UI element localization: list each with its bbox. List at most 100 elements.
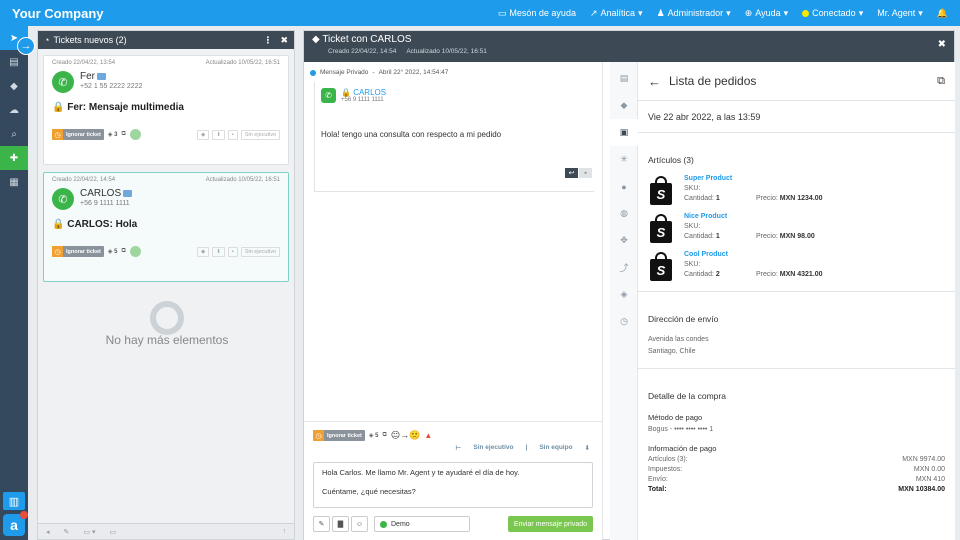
- nav-label: Conectado: [812, 8, 856, 18]
- download-icon[interactable]: ⬇: [212, 246, 225, 257]
- app-logo-icon[interactable]: a: [3, 511, 28, 536]
- message-label: Mensaje Privado - Abril 22° 2022, 14:54:…: [310, 69, 448, 76]
- close-icon[interactable]: ✖: [938, 39, 946, 50]
- attach-icon[interactable]: ✎: [313, 516, 330, 532]
- label-icon[interactable]: ◈: [610, 281, 638, 308]
- prev-icon[interactable]: ◂: [46, 528, 50, 536]
- nav-status[interactable]: Conectado ▾: [802, 8, 863, 19]
- orders-panel: ← Lista de pedidos ⧉ Vie 22 abr 2022, a …: [638, 62, 955, 540]
- price-value: MXN 4321.00: [779, 271, 823, 278]
- product-name[interactable]: Nice Product: [684, 213, 945, 220]
- network-icon[interactable]: ✳: [610, 146, 638, 173]
- payment-info-label: Información de pago: [648, 444, 717, 453]
- nav-administrador[interactable]: ♟ Administrador ▾: [657, 8, 731, 19]
- ignore-label: Ignorar ticket: [66, 131, 101, 138]
- tag-icon[interactable]: ◆: [197, 246, 210, 257]
- book-icon[interactable]: ▇: [332, 516, 349, 532]
- whatsapp-icon: ✆: [52, 188, 74, 210]
- contact-card-icon[interactable]: ▤: [610, 65, 638, 92]
- qty-value: 1: [715, 195, 720, 202]
- download-icon[interactable]: ⬇: [212, 129, 225, 140]
- ignore-ticket-button[interactable]: ◷ Ignorar ticket: [52, 129, 104, 140]
- puzzle-icon[interactable]: ✥: [610, 227, 638, 254]
- download-icon[interactable]: ⬇: [585, 444, 590, 452]
- whatsapp-icon: ◔: [44, 35, 50, 45]
- ignore-ticket-button[interactable]: ◷ Ignorar ticket: [313, 430, 365, 441]
- close-icon[interactable]: ✖: [280, 35, 288, 46]
- contact-card-icon[interactable]: [97, 72, 106, 80]
- nav-label: Mr. Agent: [877, 8, 916, 18]
- panel-divider: [602, 62, 603, 540]
- nav-ayuda[interactable]: ⊕ Ayuda ▾: [745, 8, 788, 19]
- reply-icon[interactable]: ↩: [565, 168, 578, 178]
- scroll-top-icon[interactable]: ↑: [283, 528, 287, 535]
- nav-label: Mesón de ayuda: [509, 8, 576, 18]
- cloud-icon[interactable]: ☁: [0, 98, 28, 122]
- user-icon: ♟: [656, 7, 665, 18]
- emoji-icon[interactable]: ☺: [351, 516, 368, 532]
- payment-row: Impuestos: MXN 0.00: [648, 466, 945, 473]
- nav-meson-ayuda[interactable]: ▭ Mesón de ayuda: [498, 8, 576, 19]
- apps-grid-icon[interactable]: ▥: [3, 492, 25, 510]
- chat-icon[interactable]: ●: [610, 173, 638, 200]
- filter-icon[interactable]: ⊢: [455, 444, 461, 452]
- back-arrow-icon[interactable]: ←: [648, 74, 661, 89]
- payment-row-label: Impuestos:: [648, 466, 683, 473]
- copy-icon[interactable]: ⧉: [382, 432, 386, 439]
- whatsapp-channel-icon: [129, 246, 141, 257]
- send-private-button[interactable]: Enviar mensaje privado: [507, 516, 593, 532]
- external-link-icon[interactable]: ⧉: [937, 75, 945, 88]
- no-executive-label: Sin ejecutivo: [244, 131, 276, 138]
- nav-analitica[interactable]: ↗ Analítica ▾: [590, 8, 643, 19]
- share-icon[interactable]: ⤴: [610, 254, 638, 281]
- copy-icon[interactable]: ⧉: [121, 131, 125, 138]
- ticket-card-selected[interactable]: Creado 22/04/22, 14:54 Actualizado 10/05/…: [43, 172, 289, 282]
- clock-icon[interactable]: ◷: [610, 308, 638, 335]
- tag-count: ◈ 5: [107, 249, 118, 255]
- payment-total-row: Total: MXN 10384.00: [648, 486, 945, 493]
- message-input[interactable]: Hola Carlos. Me llamo Mr. Agent y te ayu…: [313, 462, 593, 508]
- channel-select[interactable]: Demo: [374, 516, 470, 532]
- payment-row: Artículos (3): MXN 9974.00: [648, 456, 945, 463]
- message-type: Mensaje Privado: [320, 69, 369, 76]
- calendar-icon[interactable]: ▭ ▾: [83, 528, 95, 536]
- contact-card-icon[interactable]: [123, 189, 133, 197]
- tickets-footer: ◂ ✎ ▭ ▾ ▭ ↑: [38, 523, 294, 539]
- contact-name: Fer: [80, 71, 95, 82]
- tag-icon[interactable]: ◆: [610, 92, 638, 119]
- assign-team-select[interactable]: Sin equipo: [539, 444, 572, 452]
- add-icon[interactable]: ✚: [0, 146, 28, 170]
- message-text: Hola! tengo una consulta con respecto a …: [321, 130, 502, 139]
- document-icon[interactable]: ▦: [0, 170, 28, 194]
- bell-icon[interactable]: 🔔: [937, 8, 948, 19]
- ignore-ticket-button[interactable]: ◷ Ignorar ticket: [52, 246, 104, 257]
- comment-icon[interactable]: ▪: [227, 129, 238, 140]
- product-name[interactable]: Super Product: [684, 175, 945, 182]
- notification-dot-icon: [20, 511, 28, 519]
- address-line-1: Avenida las condes: [648, 336, 709, 343]
- comment-icon[interactable]: ▪: [227, 246, 238, 257]
- screen-icon[interactable]: ▭: [109, 528, 116, 536]
- product-name[interactable]: Cool Product: [684, 251, 945, 258]
- copy-icon[interactable]: ⧉: [121, 248, 125, 255]
- conversations-icon[interactable]: ◍: [610, 200, 638, 227]
- tickets-panel-title: ◔ Tickets nuevos (2): [44, 35, 263, 45]
- menu-dots-icon[interactable]: ⋮: [263, 35, 272, 46]
- assign-executive-button[interactable]: Sin ejecutivo: [240, 129, 280, 140]
- search-icon[interactable]: ⌕: [0, 122, 28, 146]
- ticket-card[interactable]: Creado 22/04/22, 13:54 Actualizado 10/05/…: [43, 55, 289, 165]
- payment-row-value: MXN 9974.00: [902, 456, 945, 463]
- expand-arrow-icon[interactable]: →: [17, 37, 35, 55]
- brand-name[interactable]: Your Company: [0, 6, 498, 21]
- mute-icon[interactable]: ✎: [64, 528, 70, 536]
- contact-phone: +56 9 1111 1111: [80, 200, 130, 207]
- assign-executive-button[interactable]: Sin ejecutivo: [240, 246, 280, 257]
- message-sender[interactable]: CARLOS: [353, 88, 386, 97]
- tag-icon[interactable]: ◆: [197, 129, 210, 140]
- comment-icon[interactable]: ▪: [579, 168, 592, 178]
- nav-user[interactable]: Mr. Agent ▾: [877, 8, 923, 19]
- empty-state-logo-icon: [150, 301, 184, 335]
- shopping-bag-icon[interactable]: ▣: [610, 119, 638, 146]
- assign-executive-select[interactable]: Sin ejecutivo: [473, 444, 513, 452]
- tag-icon[interactable]: ◆: [0, 74, 28, 98]
